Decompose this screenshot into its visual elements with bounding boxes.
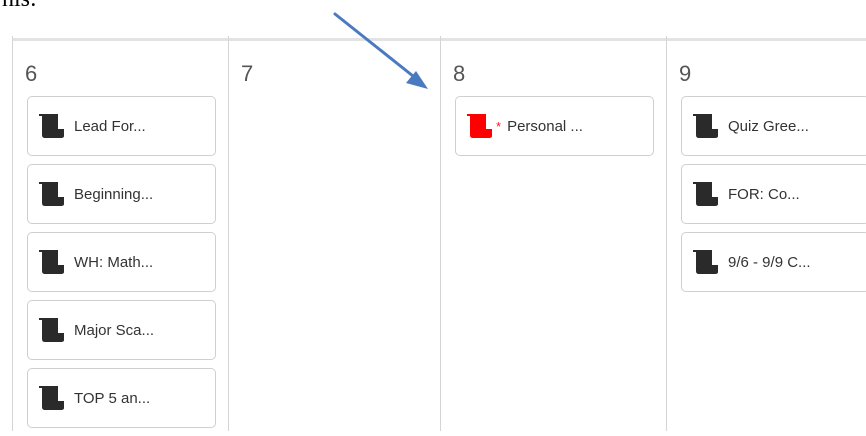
scroll-icon [688, 112, 720, 140]
day-column-7[interactable]: 7 [228, 36, 440, 431]
day-column-8[interactable]: 8 * Personal ... [440, 36, 666, 431]
day-events: Quiz Gree... FOR: Co... 9/6 - 9/9 C... [681, 96, 866, 300]
column-divider [228, 36, 229, 431]
event-title: 9/6 - 9/9 C... [728, 253, 811, 271]
event-title: TOP 5 an... [74, 389, 151, 407]
calendar-event[interactable]: TOP 5 an... [27, 368, 216, 428]
event-title: Personal ... [507, 117, 583, 135]
scroll-icon [462, 112, 494, 140]
calendar-event[interactable]: * Personal ... [455, 96, 654, 156]
calendar-event[interactable]: Lead For... [27, 96, 216, 156]
scroll-icon [34, 112, 66, 140]
event-title: Major Sca... [74, 321, 155, 339]
day-column-6[interactable]: 6 Lead For... Beginning... WH: Math... M… [12, 36, 228, 431]
page-caption-fragment: his: [2, 0, 37, 13]
event-title: Lead For... [74, 117, 146, 135]
event-title: Beginning... [74, 185, 154, 203]
scroll-icon [688, 248, 720, 276]
column-divider [440, 36, 441, 431]
event-title: Quiz Gree... [728, 117, 809, 135]
day-number: 7 [241, 61, 254, 86]
scroll-icon [34, 316, 66, 344]
calendar-event[interactable]: Beginning... [27, 164, 216, 224]
day-number: 8 [453, 61, 466, 86]
event-title: WH: Math... [74, 253, 154, 271]
calendar-event[interactable]: 9/6 - 9/9 C... [681, 232, 866, 292]
calendar-event[interactable]: Quiz Gree... [681, 96, 866, 156]
day-column-9[interactable]: 9 Quiz Gree... FOR: Co... 9/6 - 9/9 C... [666, 36, 866, 431]
calendar-event[interactable]: WH: Math... [27, 232, 216, 292]
column-divider [12, 36, 13, 431]
day-number: 6 [25, 61, 38, 86]
scroll-icon [34, 248, 66, 276]
calendar-event[interactable]: FOR: Co... [681, 164, 866, 224]
day-number: 9 [679, 61, 692, 86]
day-events: * Personal ... [455, 96, 654, 164]
calendar-event[interactable]: Major Sca... [27, 300, 216, 360]
scroll-icon [688, 180, 720, 208]
day-events: Lead For... Beginning... WH: Math... Maj… [27, 96, 216, 436]
event-title: FOR: Co... [728, 185, 800, 203]
required-asterisk: * [496, 118, 502, 134]
scroll-icon [34, 384, 66, 412]
column-divider [666, 36, 667, 431]
scroll-icon [34, 180, 66, 208]
calendar-week-view: 6 Lead For... Beginning... WH: Math... M… [0, 36, 866, 431]
